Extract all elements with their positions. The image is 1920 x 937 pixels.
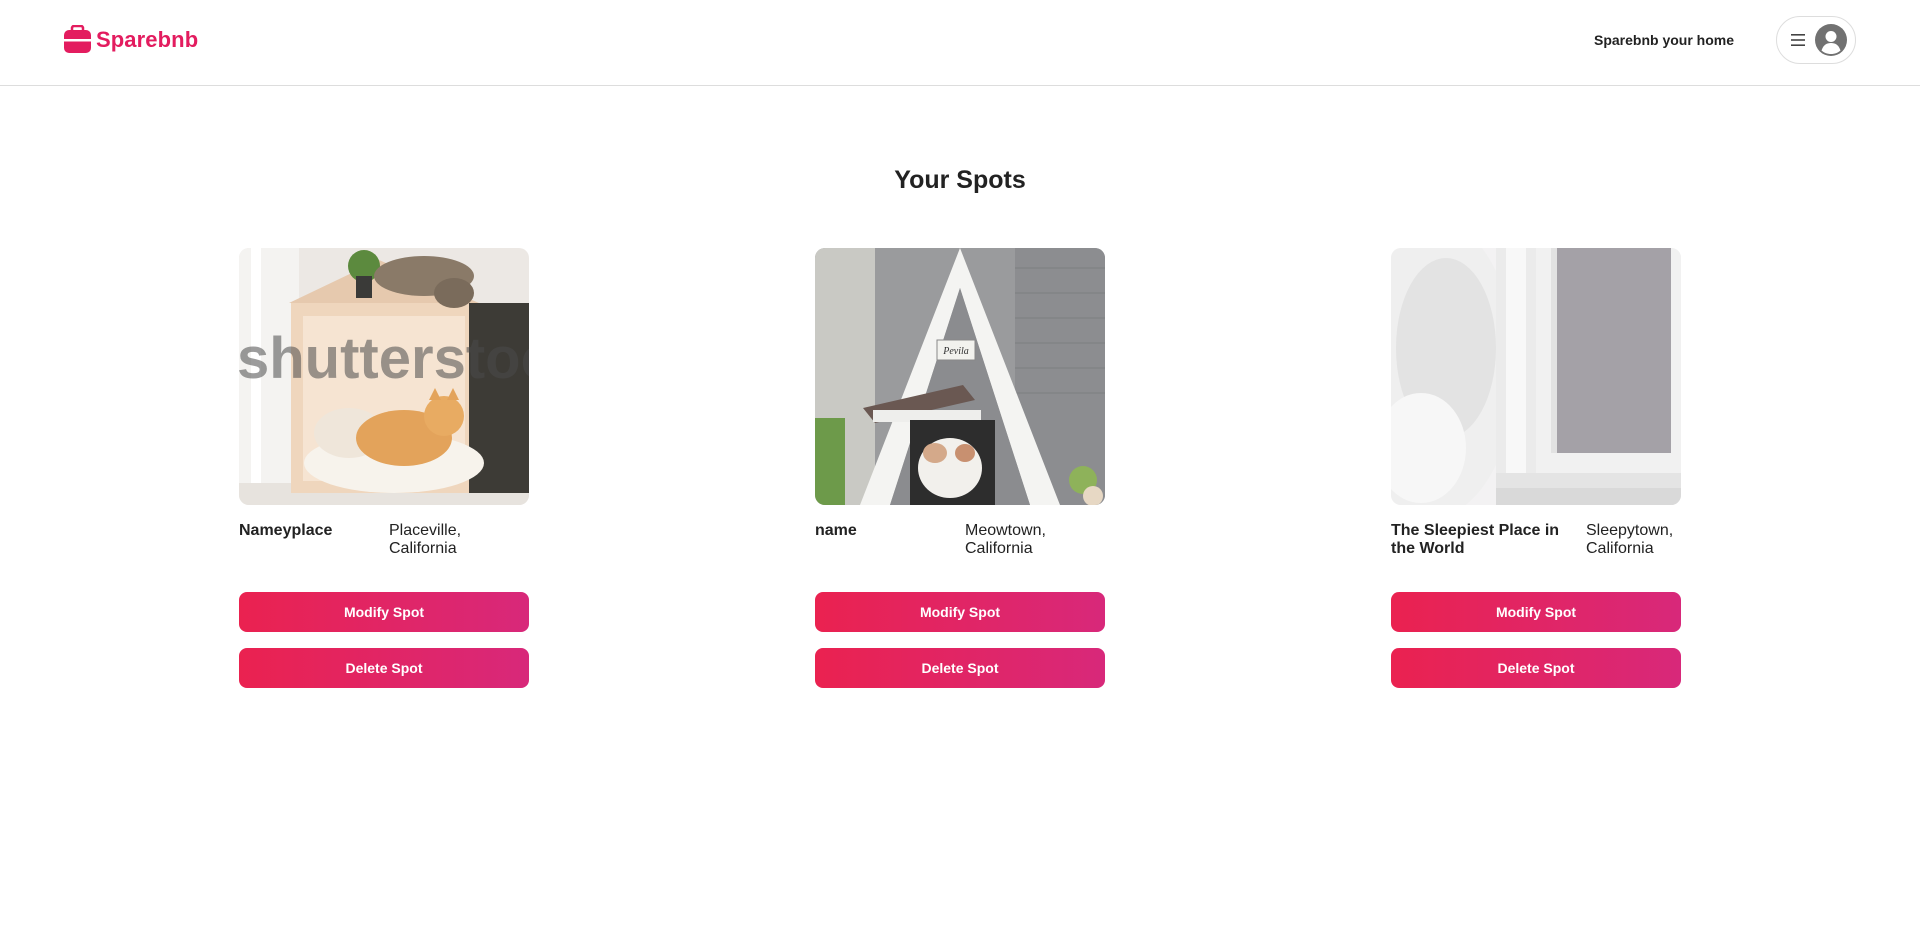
suitcase-logo-icon — [64, 25, 91, 53]
spot-name: name — [815, 522, 857, 539]
a-frame-cat-house-photo: Pevila — [815, 248, 1105, 505]
hamburger-menu-icon — [1791, 34, 1805, 46]
delete-spot-button[interactable]: Delete Spot — [815, 648, 1105, 688]
house-sign-text: Pevila — [942, 346, 969, 357]
spot-card: Pevila name Meowtown, California Modify … — [815, 248, 1105, 688]
cat-house-photo: shutterstock — [239, 248, 529, 505]
spot-name: The Sleepiest Place in the World — [1391, 522, 1560, 557]
spot-location: Placeville, California — [389, 522, 462, 557]
home-logo-link[interactable]: Sparebnb — [63, 25, 198, 54]
delete-spot-button[interactable]: Delete Spot — [239, 648, 529, 688]
spot-card: shutterstock Nameyplace Placeville, Cali… — [239, 248, 529, 688]
modify-spot-button[interactable]: Modify Spot — [239, 592, 529, 632]
modify-spot-button[interactable]: Modify Spot — [815, 592, 1105, 632]
host-your-home-link[interactable]: Sparebnb your home — [1594, 32, 1734, 48]
profile-menu-button[interactable] — [1776, 16, 1856, 64]
image-watermark: shutterstock — [239, 326, 529, 391]
brand-name: Sparebnb — [96, 26, 199, 52]
user-avatar-icon — [1815, 24, 1847, 56]
white-cat-window-photo — [1391, 248, 1681, 505]
spot-name: Nameyplace — [239, 522, 333, 539]
delete-spot-button[interactable]: Delete Spot — [1391, 648, 1681, 688]
spot-image[interactable]: shutterstock — [239, 248, 529, 505]
spot-card: The Sleepiest Place in the World Sleepyt… — [1391, 248, 1681, 688]
top-nav-bar: Sparebnb Sparebnb your home — [0, 0, 1920, 86]
spot-image[interactable]: Pevila — [815, 248, 1105, 505]
page-title: Your Spots — [894, 166, 1026, 194]
spot-location: Meowtown, California — [965, 522, 1046, 557]
modify-spot-button[interactable]: Modify Spot — [1391, 592, 1681, 632]
spot-image[interactable] — [1391, 248, 1681, 505]
spot-location: Sleepytown, California — [1586, 522, 1674, 557]
